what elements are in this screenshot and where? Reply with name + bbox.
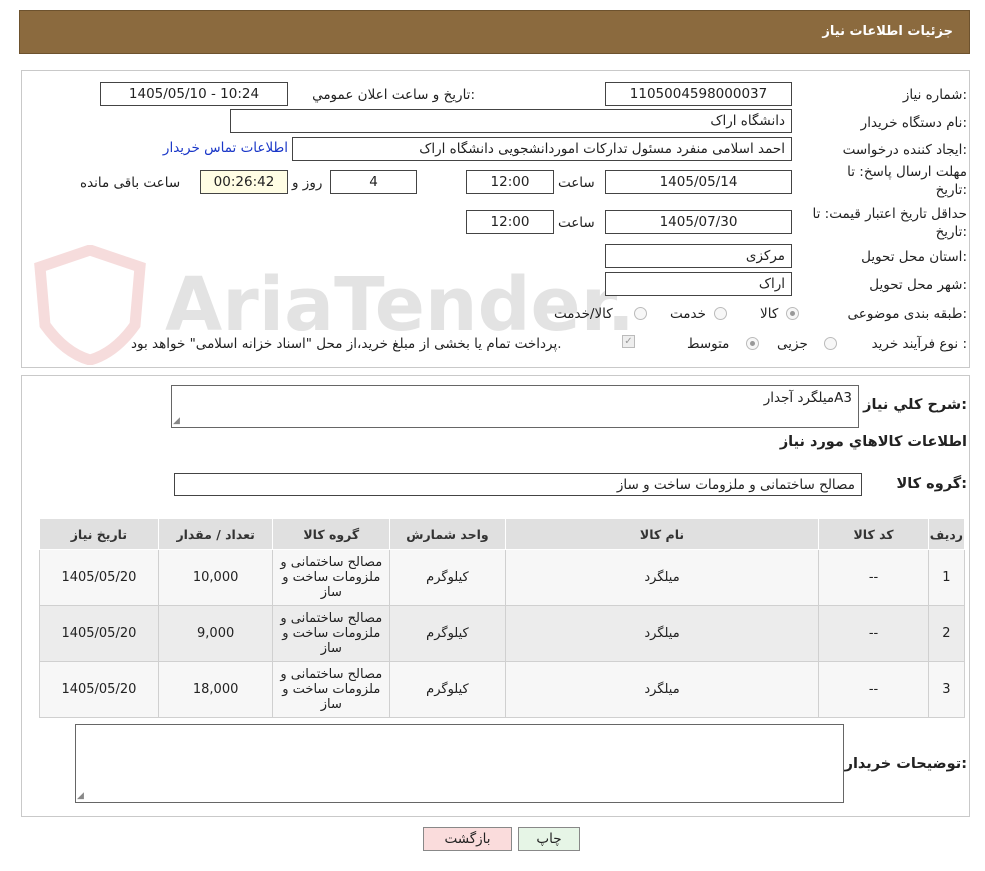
cell-row: 1	[927, 549, 966, 606]
cell-unit: کیلوگرم	[389, 661, 506, 718]
days-label: روز و	[292, 175, 323, 191]
description-field[interactable]: میلگرد آجدارA3 ◢	[171, 385, 859, 428]
cell-unit: کیلوگرم	[389, 605, 506, 662]
col-qty: تعداد / مقدار	[157, 518, 274, 550]
cell-row: 3	[927, 661, 966, 718]
goods-table-header: ردیف کد کالا نام کالا واحد شمارش گروه کا…	[39, 518, 966, 550]
cell-name: میلگرد	[504, 605, 820, 662]
deadline-time-label: ساعت	[558, 175, 595, 191]
category-radio-service[interactable]	[714, 307, 727, 320]
table-row: 2 -- میلگرد کیلوگرم مصالح ساختمانی و ملز…	[39, 605, 966, 662]
process-radio-minor[interactable]	[824, 337, 837, 350]
announce-field: 1405/05/10 - 10:24	[100, 82, 288, 106]
goods-group-field: مصالح ساختمانی و ملزومات ساخت و ساز	[174, 473, 862, 496]
page-title: جزئیات اطلاعات نیاز	[822, 24, 953, 39]
need-number-label: شماره نیاز:	[902, 87, 967, 103]
province-field: مرکزی	[605, 244, 792, 268]
cell-qty: 9,000	[157, 605, 274, 662]
print-button[interactable]: چاپ	[518, 827, 580, 851]
goods-section-title: اطلاعات كالاهاي مورد نياز	[779, 434, 967, 450]
resize-grip-icon[interactable]: ◢	[173, 416, 180, 426]
col-code: کد کالا	[818, 518, 929, 550]
deadline-time-field: 12:00	[466, 170, 554, 194]
need-number-field: 1105004598000037	[605, 82, 792, 106]
table-row: 1 -- میلگرد کیلوگرم مصالح ساختمانی و ملز…	[39, 549, 966, 606]
back-button[interactable]: بازگشت	[423, 827, 512, 851]
process-option-minor: جزیی	[777, 336, 808, 352]
announce-label: تاریخ و ساعت اعلان عمومي:	[312, 87, 475, 103]
goods-group-label: گروه کالا:	[896, 476, 967, 492]
deadline-date-field: 1405/05/14	[605, 170, 792, 194]
buyer-contact-link[interactable]: اطلاعات تماس خریدار	[163, 140, 288, 156]
category-label: طبقه بندی موضوعی:	[847, 306, 967, 322]
cell-code: --	[818, 661, 929, 718]
process-option-medium: متوسط	[687, 336, 730, 352]
cell-qty: 18,000	[157, 661, 274, 718]
category-radio-goods[interactable]	[786, 307, 799, 320]
city-field: اراک	[605, 272, 792, 296]
buyer-notes-label: توضیحات خریدار:	[844, 756, 967, 772]
process-label: نوع فرآیند خرید :	[871, 336, 967, 352]
validity-time-field: 12:00	[466, 210, 554, 234]
payment-note: پرداخت تمام یا بخشی از مبلغ خرید،از محل …	[131, 336, 562, 352]
buyer-notes-field[interactable]: ◢	[75, 724, 844, 803]
col-unit: واحد شمارش	[389, 518, 506, 550]
creator-label: ایجاد کننده درخواست:	[842, 142, 967, 158]
city-label: شهر محل تحویل:	[869, 277, 967, 293]
cell-date: 1405/05/20	[39, 549, 159, 606]
creator-field: احمد اسلامی منفرد مسئول تدارکات اموردانش…	[292, 137, 792, 161]
buyer-field: دانشگاه اراک	[230, 109, 792, 133]
cell-code: --	[818, 549, 929, 606]
cell-date: 1405/05/20	[39, 661, 159, 718]
resize-grip-icon[interactable]: ◢	[77, 791, 84, 801]
validity-date-field: 1405/07/30	[605, 210, 792, 234]
cell-row: 2	[927, 605, 966, 662]
validity-label: حداقل تاریخ اعتبار قیمت: تا	[812, 206, 967, 222]
table-row: 3 -- میلگرد کیلوگرم مصالح ساختمانی و ملز…	[39, 661, 966, 718]
description-value: میلگرد آجدارA3	[763, 390, 852, 406]
category-radio-both[interactable]	[634, 307, 647, 320]
validity-label-date: تاریخ:	[935, 224, 967, 240]
remaining-time-field: 00:26:42	[200, 170, 288, 194]
description-label: شرح كلي نياز:	[863, 397, 967, 413]
col-name: نام کالا	[504, 518, 820, 550]
cell-group: مصالح ساختمانی و ملزومات ساخت و ساز	[272, 661, 391, 718]
treasury-checkbox[interactable]: ✓	[622, 335, 635, 348]
cell-group: مصالح ساختمانی و ملزومات ساخت و ساز	[272, 605, 391, 662]
col-row: ردیف	[927, 518, 966, 550]
category-option-service: خدمت	[670, 306, 706, 322]
category-option-goods: کالا	[760, 306, 779, 322]
cell-qty: 10,000	[157, 549, 274, 606]
cell-name: میلگرد	[504, 549, 820, 606]
province-label: استان محل تحویل:	[861, 249, 967, 265]
cell-code: --	[818, 605, 929, 662]
days-field: 4	[330, 170, 417, 194]
deadline-label-date: تاریخ:	[935, 182, 967, 198]
remaining-label: ساعت باقی مانده	[80, 175, 181, 191]
col-group: گروه کالا	[272, 518, 391, 550]
goods-table: ردیف کد کالا نام کالا واحد شمارش گروه کا…	[39, 518, 966, 718]
col-date: تاریخ نیاز	[39, 518, 159, 550]
deadline-label: مهلت ارسال پاسخ: تا	[847, 164, 967, 180]
cell-unit: کیلوگرم	[389, 549, 506, 606]
cell-group: مصالح ساختمانی و ملزومات ساخت و ساز	[272, 549, 391, 606]
process-radio-medium[interactable]	[746, 337, 759, 350]
category-option-both: کالا/خدمت	[554, 306, 613, 322]
page-header: جزئیات اطلاعات نیاز	[19, 10, 970, 54]
cell-date: 1405/05/20	[39, 605, 159, 662]
buyer-label: نام دستگاه خریدار:	[860, 115, 967, 131]
validity-time-label: ساعت	[558, 215, 595, 231]
cell-name: میلگرد	[504, 661, 820, 718]
